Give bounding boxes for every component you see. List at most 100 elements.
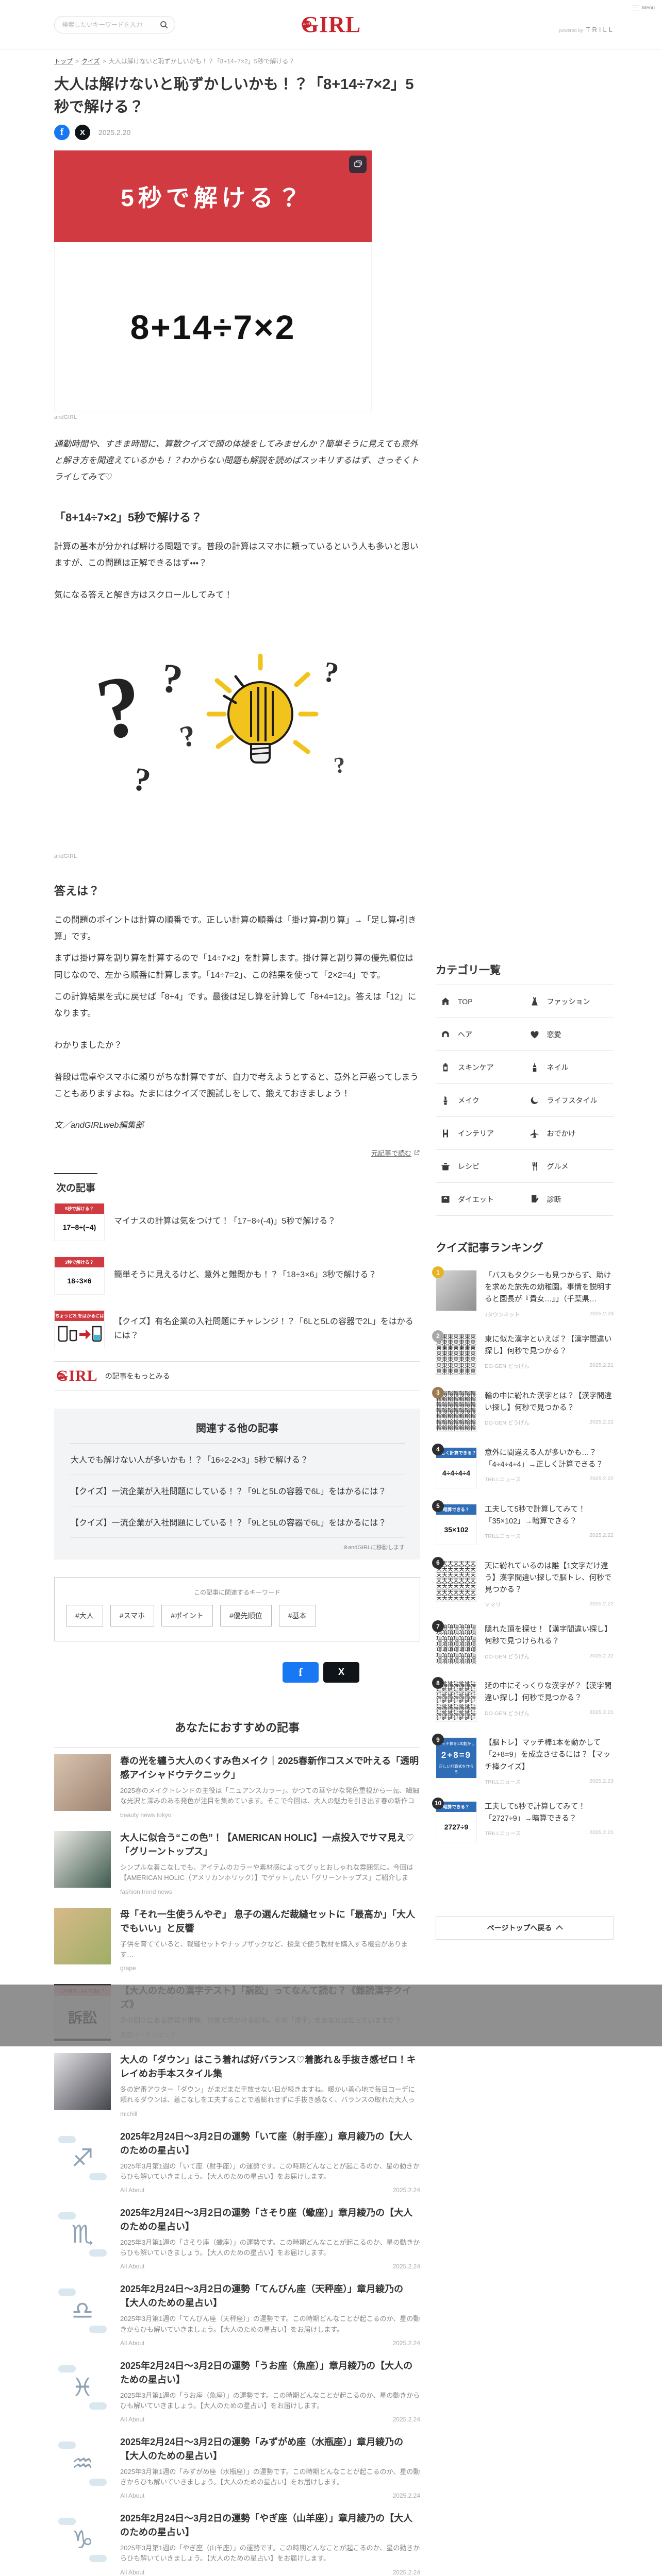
next-article-item[interactable]: 3秒で解ける？ 18÷3×6 簡単そうに見えるけど、意外と難問かも！？「18÷3×… — [54, 1249, 420, 1302]
next-article-title: 簡単そうに見えるけど、意外と難問かも！？「18÷3×6」3秒で解ける？ — [114, 1270, 377, 1280]
site-logo-and: and — [301, 21, 312, 28]
zodiac-illustration: ♏ — [54, 2206, 111, 2263]
ranking-article-title: 工夫して5秒で計算してみて！「2727÷9」→暗算できる？ — [485, 1802, 586, 1823]
sidebar-category-interior[interactable]: インテリア — [436, 1117, 525, 1150]
hero-image: 5秒で解ける？ 8+14÷7×2 — [54, 150, 372, 412]
recommended-article-item[interactable]: ♓ 2025年2月24日～3月2日の運勢「うお座（魚座）」章月綾乃の【大人のため… — [54, 2353, 420, 2429]
recommended-article-item[interactable]: 母「それ一生使うんやぞ」 息子の選んだ裁縫セットに「最高か」「大人でもいい」と反… — [54, 1902, 420, 1978]
article-date: 2025.2.20 — [98, 128, 131, 137]
zodiac-illustration: ♒ — [54, 2435, 111, 2492]
recommended-article-item[interactable]: ♒ 2025年2月24日～3月2日の運勢「みずがめ座（水瓶座）」章月綾乃の【大人… — [54, 2429, 420, 2505]
ranking-article-title: 【脳トレ】マッチ棒1本を動かして「2+8=9」を成立させるには？【マッチ棒クイズ… — [485, 1739, 611, 1771]
site-logo[interactable]: GIRL and — [301, 13, 361, 36]
ranking-article-title: 輪の中に紛れた漢字とは？【漢字間違い探し】何秒で見つかる？ — [485, 1392, 612, 1412]
menu-button[interactable]: Menu — [632, 4, 655, 12]
recommended-thumbnail: ♏ — [54, 2206, 111, 2263]
keywords-list: #大人 #スマホ #ポイント #優先順位 #基本 — [66, 1604, 408, 1633]
ranking-article-source: ママリ — [485, 1602, 501, 1608]
ranking-article-date: 2025.2.23 — [589, 1310, 614, 1317]
sidebar-category-skincare[interactable]: スキンケア — [436, 1051, 525, 1084]
ranking-item[interactable]: 9 マッチ棒を1本動かし 2+8=9 正しい計算式を作ろう 【脳トレ】マッチ棒1本を… — [432, 1730, 614, 1793]
recommended-article-source: All About — [120, 2339, 145, 2347]
share-buttons: f X — [54, 1662, 420, 1683]
more-articles-label: の記事をもっとみる — [105, 1371, 170, 1380]
ranking-item[interactable]: 7 項項項項項項項項項項項項項項項項項項項項項項項項項項項項項項項項項項項項項項… — [432, 1616, 614, 1673]
category-icon — [529, 1161, 540, 1172]
sidebar-category-makeup[interactable]: メイク — [436, 1084, 525, 1117]
ranking-item[interactable]: 10 暗算できる？ 2727÷9 工夫して5秒で計算してみて！「2727÷9」→暗… — [432, 1793, 614, 1850]
ranking-item[interactable]: 4 正しく計算できる？ 4÷4÷4÷4 意外に間違える人が多いかも…？「4÷4÷4… — [432, 1439, 614, 1496]
ranking-item[interactable]: 8 延延延延延延延延延延延延延延延延延延延延延延延延延延延延延延延延延延延延延延… — [432, 1673, 614, 1730]
ranking-article-date: 2025.2.21 — [589, 1362, 614, 1368]
related-article-link[interactable]: 大人でも解けない人が多いかも！？「16÷2-2×3」5秒で解ける？ — [70, 1444, 405, 1475]
related-article-link[interactable]: 【クイズ】一流企業が入社問題にしている！？「9Lと5Lの容器で6L」をはかるには… — [70, 1506, 405, 1538]
rank-badge: 7 — [432, 1620, 444, 1633]
facebook-share-icon[interactable]: f — [54, 125, 70, 140]
quiz-thumb-formula: 18÷3×6 — [55, 1267, 104, 1294]
keyword-tag[interactable]: #ポイント — [161, 1604, 213, 1626]
recommended-article-item[interactable]: 大人に似合う“この色”！【AMERICAN HOLIC】一点投入でサマ見え♡「グ… — [54, 1825, 420, 1902]
recommended-article-date: 2025.2.24 — [392, 2187, 420, 2194]
keyword-tag[interactable]: #優先順位 — [220, 1604, 272, 1626]
recommended-article-title: 大人の「ダウン」はこう着れば好バランス♡着膨れ＆手抜き感ゼロ！キレイめお手本スタ… — [120, 2054, 416, 2079]
answer-paragraph: この問題のポイントは計算の順番です。正しい計算の順番は「掛け算・割り算」→「足し… — [54, 916, 417, 942]
rank-badge: 3 — [432, 1386, 444, 1399]
sidebar-category-recipe[interactable]: レシピ — [436, 1150, 525, 1183]
breadcrumb-section[interactable]: クイズ — [81, 58, 100, 65]
recommended-article-title: 2025年2月24日～3月2日の運勢「みずがめ座（水瓶座）」章月綾乃の【大人のた… — [120, 2436, 404, 2461]
sidebar-category-love[interactable]: 恋愛 — [524, 1018, 614, 1051]
recommended-article-title: 2025年2月24日～3月2日の運勢「やぎ座（山羊座）」章月綾乃の【大人のための… — [120, 2513, 413, 2538]
sidebar-category-home[interactable]: TOP — [436, 985, 525, 1018]
sidebar-category-diet[interactable]: ダイエット — [436, 1183, 525, 1216]
ranking-article-source: TRILLニュース — [485, 1476, 521, 1483]
sidebar-category-nail[interactable]: ネイル — [524, 1051, 614, 1084]
facebook-share-button[interactable]: f — [283, 1662, 319, 1683]
next-article-title: マイナスの計算は気をつけて！「17−8÷(-4)」5秒で解ける？ — [114, 1217, 336, 1226]
ranking-item[interactable]: 5 暗算できる？ 35×102 工夫して5秒で計算してみて！「35×102」→暗算… — [432, 1496, 614, 1553]
sidebar-category-diagnosis[interactable]: 診断 — [524, 1183, 614, 1216]
x-share-button[interactable]: X — [323, 1662, 359, 1683]
quiz-thumb-banner: 5秒で解ける？ — [55, 1203, 104, 1214]
sidebar-category-hair[interactable]: ヘア — [436, 1018, 525, 1051]
category-icon — [529, 1128, 540, 1139]
ranking-item[interactable]: 6 天天天天天天天天天天天天天天天天天天天天天天天天天天天天天天天天天天天天天天… — [432, 1553, 614, 1617]
category-label: メイク — [458, 1096, 479, 1105]
recommended-article-item[interactable]: ♐ 2025年2月24日～3月2日の運勢「いて座（射手座）」章月綾乃の【大人のた… — [54, 2124, 420, 2200]
recommended-article-item[interactable]: ♑ 2025年2月24日～3月2日の運勢「やぎ座（山羊座）」章月綾乃の【大人のた… — [54, 2505, 420, 2576]
overlay-band — [0, 1985, 662, 2046]
x-share-icon[interactable]: X — [75, 125, 90, 140]
recommended-article-desc: 2025年3月第1週の「さそり座（蠍座）」の運勢です。この時期どんなことが起こる… — [120, 2239, 420, 2257]
sidebar-category-gourmet[interactable]: グルメ — [524, 1150, 614, 1183]
breadcrumb-home[interactable]: トップ — [54, 58, 73, 65]
sidebar-category-outing[interactable]: おでかけ — [524, 1117, 614, 1150]
keyword-tag[interactable]: #基本 — [278, 1604, 316, 1626]
ranking-item[interactable]: 2 東東東東東東東東東東東東東東東東東東東東東東東東東東東東東東東東東東東東東東… — [432, 1326, 614, 1383]
recommended-article-item[interactable]: ♏ 2025年2月24日～3月2日の運勢「さそり座（蠍座）」章月綾乃の【大人のた… — [54, 2200, 420, 2276]
back-to-top-button[interactable]: ページトップへ戻る — [436, 1916, 614, 1940]
category-label: ダイエット — [458, 1195, 494, 1204]
sidebar: カテゴリ一覧 TOP ファッション ヘア 恋愛 スキンケア ネイル メイク ライ… — [432, 65, 614, 1940]
more-articles-link[interactable]: GIRL and の記事をもっとみる — [54, 1361, 420, 1391]
related-article-link[interactable]: 【クイズ】一流企業が入社問題にしている！？「9Lと5Lの容器で6L」をはかるには… — [70, 1475, 405, 1506]
ranking-article-title: 「バスもタクシーも見つからず、助けを求めた旅先の幼稚園。事情を説明すると園長が『… — [485, 1272, 612, 1304]
recommended-article-item[interactable]: 大人の「ダウン」はこう着れば好バランス♡着膨れ＆手抜き感ゼロ！キレイめお手本スタ… — [54, 2047, 420, 2124]
recommended-article-item[interactable]: 春の光を纏う大人のくすみ色メイク｜2025春新作コスメで叶える「透明感アイシャド… — [54, 1748, 420, 1825]
recommended-article-item[interactable]: ♎ 2025年2月24日～3月2日の運勢「てんびん座（天秤座）」章月綾乃の【大人… — [54, 2276, 420, 2352]
recommended-article-source: michill — [120, 2110, 138, 2117]
category-icon — [529, 1194, 540, 1205]
ranking-item[interactable]: 1 「バスもタクシーも見つからず、助けを求めた旅先の幼稚園。事情を説明すると園長… — [432, 1262, 614, 1326]
category-label: インテリア — [458, 1129, 494, 1138]
keyword-tag[interactable]: #スマホ — [110, 1604, 155, 1626]
ranking-article-date: 2025.2.21 — [589, 1709, 614, 1716]
original-article-link[interactable]: 元記事で読む — [371, 1149, 411, 1157]
next-article-item[interactable]: 5秒で解ける？ 17−8÷(−4) マイナスの計算は気をつけて！「17−8÷(-4… — [54, 1195, 420, 1249]
gallery-icon — [349, 156, 367, 173]
next-article-item[interactable]: ちょうど2Lをはかるには？ 【クイズ】有名企業の入社問題にチャレンジ！？「6Lと… — [54, 1302, 420, 1356]
recommended-article-desc: 2025年3月第1週の「いて座（射手座）」の運勢です。この時期どんなことが起こる… — [120, 2162, 420, 2180]
ranking-item[interactable]: 3 輪輪輪輪輪輪輪輪輪輪輪輪輪輪輪輪輪輪輪輪輪輪輪輪輪輪輪輪輪輪輪輪輪輪輪輪輪輪… — [432, 1383, 614, 1439]
sidebar-category-lifestyle[interactable]: ライフスタイル — [524, 1084, 614, 1117]
sidebar-category-fashion[interactable]: ファッション — [524, 985, 614, 1018]
photo-thumb — [54, 1831, 111, 1888]
question-heading: 「8+14÷7×2」5秒で解ける？ — [54, 511, 203, 524]
keyword-tag[interactable]: #大人 — [66, 1604, 103, 1626]
